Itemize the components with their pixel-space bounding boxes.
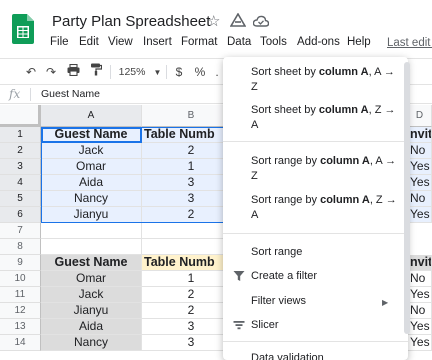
menu-insert[interactable]: Insert [143,36,172,48]
menu-item-label-bold: column A [318,66,369,78]
row-header[interactable]: 6 [0,207,41,223]
table-cell[interactable]: Omar [41,271,142,287]
menu-edit[interactable]: Edit [79,36,99,48]
row-header[interactable]: 8 [0,239,41,255]
column-header-a[interactable]: A [41,105,142,127]
row-header[interactable]: 7 [0,223,41,239]
filter-icon [233,270,246,283]
table-cell[interactable]: No [408,191,432,207]
menu-divider [223,233,408,234]
undo-icon[interactable]: ↶ [24,63,38,81]
print-icon[interactable] [65,63,81,81]
table1-header-table-number[interactable]: Table Numb [142,127,224,143]
menu-scrollbar[interactable] [404,62,410,334]
document-title[interactable]: Party Plan Spreadsheet [52,13,210,30]
row-header[interactable]: 9 [0,255,41,271]
table-cell[interactable]: Yes [408,159,432,175]
last-edit-link[interactable]: Last edit w [387,37,432,49]
chevron-down-icon: ▼ [153,68,162,77]
table-cell[interactable]: Jianyu [41,207,142,223]
slicer-icon [233,319,246,332]
cloud-status-icon[interactable] [253,14,269,28]
currency-format-button[interactable]: $ [172,63,186,81]
menu-item-label: Create a filter [251,270,318,282]
zoom-value: 125% [118,66,146,78]
table-cell[interactable]: No [408,143,432,159]
column-d-header[interactable]: nvita [408,255,432,271]
menu-item-label: Sort range [251,246,303,258]
sheets-logo-icon[interactable] [12,14,34,44]
table-cell[interactable]: Yes [408,175,432,191]
toolbar-divider [110,65,111,79]
paint-format-icon[interactable] [88,63,104,81]
formula-divider [30,88,31,101]
menu-item-label: Sort range by [251,155,321,167]
table-cell[interactable]: No [408,303,432,319]
row-header[interactable]: 12 [0,303,41,319]
menu-help[interactable]: Help [347,36,371,48]
table-cell[interactable]: Yes [408,287,432,303]
table-cell[interactable]: Omar [41,159,142,175]
fx-icon: fx [9,87,21,101]
menu-view[interactable]: View [108,36,133,48]
row-header[interactable]: 3 [0,159,41,175]
empty-cell[interactable] [41,239,142,255]
row-header[interactable]: 1 [0,127,41,143]
table1-header-guest-name[interactable]: Guest Name [41,127,142,143]
row-header[interactable]: 11 [0,287,41,303]
menu-item-label: Sort sheet by [251,66,319,78]
table-cell[interactable]: Jack [41,143,142,159]
menu-item-label: Sort range by [251,194,321,206]
empty-cell[interactable] [41,223,142,239]
row-header[interactable]: 14 [0,335,41,351]
menu-item-label-bold: column A [320,155,370,167]
toolbar-divider [166,65,167,79]
table-cell[interactable]: Yes [408,319,432,335]
menu-divider [223,141,408,142]
zoom-select[interactable]: 125% ▼ [118,63,162,81]
menu-data[interactable]: Data [227,36,251,48]
menu-item-label: Sort sheet by [251,104,319,116]
menu-item-label: Data validation [251,352,324,360]
table-cell[interactable]: Jack [41,287,142,303]
table2-header-guest-name[interactable]: Guest Name [41,255,142,271]
menu-divider [223,341,408,342]
row-header[interactable]: 10 [0,271,41,287]
table-cell[interactable]: Jianyu [41,303,142,319]
table-cell[interactable]: Yes [408,335,432,351]
table-cell[interactable]: Aida [41,175,142,191]
table-cell[interactable]: Nancy [41,335,142,351]
star-icon[interactable]: ☆ [207,12,220,30]
redo-icon[interactable]: ↷ [44,63,58,81]
column-header-d[interactable]: D [408,105,432,127]
formula-input[interactable]: Guest Name [41,88,100,100]
table-cell[interactable]: No [408,271,432,287]
menu-item-label: Slicer [251,319,279,331]
decimal-format-button[interactable]: . [212,63,222,81]
percent-format-button[interactable]: % [193,63,207,81]
table2-header-table-number[interactable]: Table Numb [142,255,224,271]
title-bar: Party Plan Spreadsheet ☆ File Edit View … [0,0,432,58]
column-d-header[interactable]: nvita [408,127,432,143]
table-cell[interactable]: Nancy [41,191,142,207]
submenu-arrow-icon: ▶ [382,298,389,307]
menu-tools[interactable]: Tools [260,36,287,48]
menu-format[interactable]: Format [181,36,217,48]
row-header[interactable]: 2 [0,143,41,159]
select-all-corner[interactable] [0,105,41,127]
menu-file[interactable]: File [50,36,69,48]
row-header[interactable]: 5 [0,191,41,207]
row-header[interactable]: 4 [0,175,41,191]
table-cell[interactable]: Yes [408,207,432,223]
move-to-folder-icon[interactable] [230,13,246,29]
menu-add-ons[interactable]: Add-ons [297,36,340,48]
menu-item-label-bold: column A [318,104,369,116]
menu-item-label: Filter views [251,295,307,307]
row-header[interactable]: 13 [0,319,41,335]
data-menu-dropdown: Sort sheet by column A, A → Z Sort sheet… [223,57,408,360]
menu-item-label-bold: column A [320,194,370,206]
table-cell[interactable]: Aida [41,319,142,335]
